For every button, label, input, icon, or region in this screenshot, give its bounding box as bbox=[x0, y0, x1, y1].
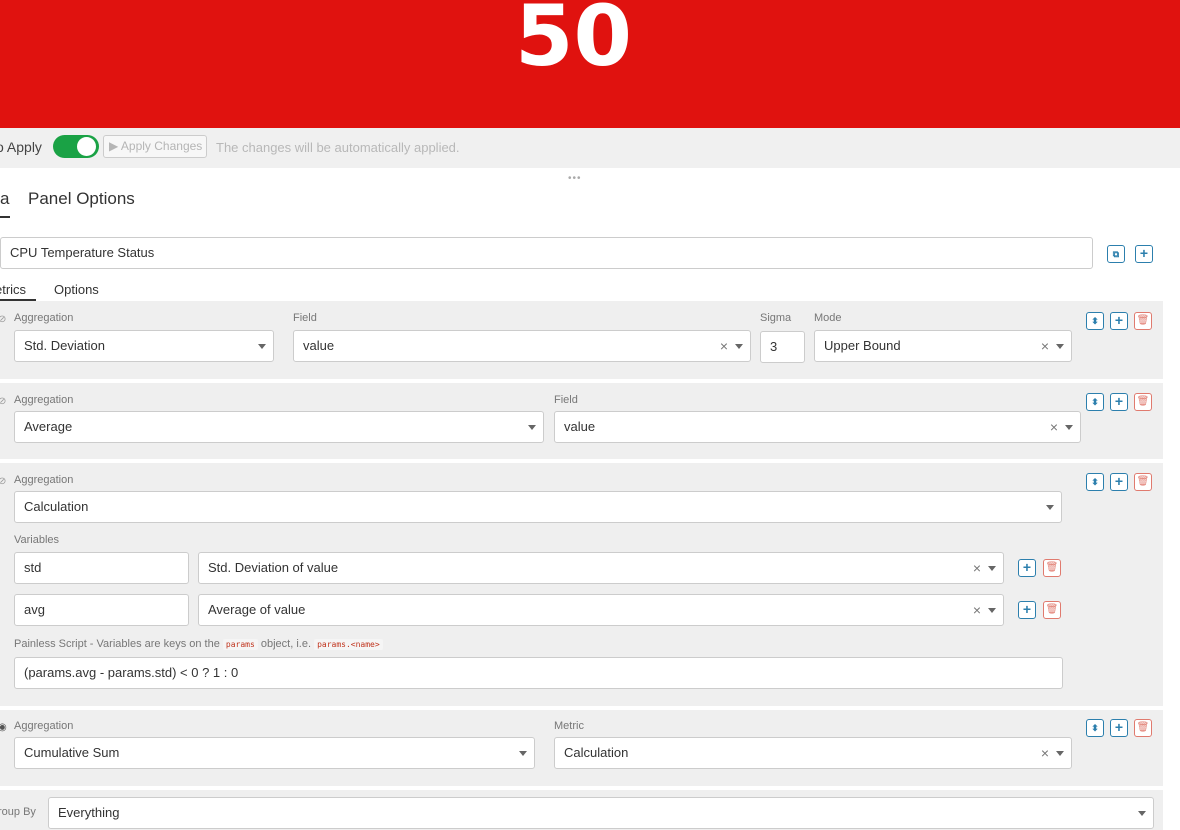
variables-label: Variables bbox=[14, 534, 60, 546]
chevron-down-icon bbox=[1056, 344, 1064, 349]
aggregation-select[interactable]: Calculation bbox=[14, 491, 1062, 523]
sort-icon[interactable]: ⬍ bbox=[1086, 719, 1104, 737]
group-by-value: Everything bbox=[58, 805, 120, 820]
painless-script-input[interactable]: (params.avg - params.std) < 0 ? 1 : 0 bbox=[14, 657, 1063, 689]
aggregation-value: Cumulative Sum bbox=[24, 745, 120, 760]
field-label: Field bbox=[554, 394, 578, 406]
add-metric-button[interactable]: + bbox=[1110, 473, 1128, 491]
aggregation-value: Std. Deviation bbox=[24, 338, 105, 353]
series-label-input[interactable]: CPU Temperature Status bbox=[0, 237, 1093, 269]
eye-icon[interactable]: ⊘ bbox=[0, 314, 6, 325]
mode-label: Mode bbox=[814, 312, 842, 324]
trash-icon[interactable]: 🗑 bbox=[1134, 312, 1152, 330]
active-tab-underline bbox=[0, 216, 10, 218]
metric-value: 50 bbox=[515, 0, 632, 85]
group-by-select[interactable]: Everything bbox=[48, 797, 1154, 829]
subtab-metrics[interactable]: etrics bbox=[0, 282, 26, 297]
chevron-down-icon bbox=[1138, 811, 1146, 816]
field-label: Field bbox=[293, 312, 317, 324]
trash-icon[interactable]: 🗑 bbox=[1043, 559, 1061, 577]
chevron-down-icon bbox=[528, 425, 536, 430]
add-metric-button[interactable]: + bbox=[1110, 719, 1128, 737]
subtab-options[interactable]: Options bbox=[54, 282, 99, 297]
script-hint-code-name: params.<name> bbox=[314, 639, 383, 650]
add-metric-button[interactable]: + bbox=[1110, 312, 1128, 330]
aggregation-label: Aggregation bbox=[14, 394, 74, 406]
trash-icon[interactable]: 🗑 bbox=[1134, 719, 1152, 737]
chevron-down-icon bbox=[988, 608, 996, 613]
toggle-knob bbox=[77, 137, 96, 156]
chevron-down-icon bbox=[735, 344, 743, 349]
variable-metric-value: Std. Deviation of value bbox=[208, 560, 339, 575]
script-hint: Painless Script - Variables are keys on … bbox=[14, 638, 383, 650]
variable-name-input[interactable]: std bbox=[14, 552, 189, 584]
add-variable-button[interactable]: + bbox=[1018, 559, 1036, 577]
field-select[interactable]: value × bbox=[554, 411, 1081, 443]
aggregation-value: Calculation bbox=[24, 499, 89, 514]
variable-name-input[interactable]: avg bbox=[14, 594, 189, 626]
metric-value: Calculation bbox=[564, 745, 629, 760]
aggregation-label: Aggregation bbox=[14, 720, 74, 732]
sigma-input[interactable]: 3 bbox=[760, 331, 805, 363]
metric-banner: 50 bbox=[0, 0, 1180, 128]
clear-icon[interactable]: × bbox=[720, 331, 728, 361]
add-series-button[interactable]: + bbox=[1135, 245, 1153, 263]
add-variable-button[interactable]: + bbox=[1018, 601, 1036, 619]
chevron-down-icon bbox=[988, 566, 996, 571]
tab-data[interactable]: a bbox=[0, 189, 9, 209]
field-select[interactable]: value × bbox=[293, 330, 751, 362]
clear-icon[interactable]: × bbox=[1041, 738, 1049, 768]
variable-metric-select[interactable]: Average of value × bbox=[198, 594, 1004, 626]
auto-apply-toggle[interactable] bbox=[53, 135, 99, 158]
script-hint-code-params: params bbox=[222, 639, 258, 650]
sort-icon[interactable]: ⬍ bbox=[1086, 312, 1104, 330]
field-value: value bbox=[564, 419, 596, 434]
mode-select[interactable]: Upper Bound × bbox=[814, 330, 1072, 362]
add-metric-button[interactable]: + bbox=[1110, 393, 1128, 411]
clear-icon[interactable]: × bbox=[1041, 331, 1049, 361]
eye-icon[interactable]: ◉ bbox=[0, 722, 7, 733]
trash-icon[interactable]: 🗑 bbox=[1134, 393, 1152, 411]
clone-icon[interactable]: ⧉ bbox=[1107, 245, 1125, 263]
chevron-down-icon bbox=[1065, 425, 1073, 430]
aggregation-select[interactable]: Cumulative Sum bbox=[14, 737, 535, 769]
clear-icon[interactable]: × bbox=[973, 553, 981, 583]
chevron-down-icon bbox=[1046, 505, 1054, 510]
clear-icon[interactable]: × bbox=[973, 595, 981, 625]
variable-metric-value: Average of value bbox=[208, 602, 306, 617]
aggregation-label: Aggregation bbox=[14, 312, 74, 324]
variable-metric-select[interactable]: Std. Deviation of value × bbox=[198, 552, 1004, 584]
script-hint-prefix: Painless Script - Variables are keys on … bbox=[14, 638, 220, 650]
aggregation-select[interactable]: Std. Deviation bbox=[14, 330, 274, 362]
eye-icon[interactable]: ⊘ bbox=[0, 396, 6, 407]
clear-icon[interactable]: × bbox=[1050, 412, 1058, 442]
apply-changes-button[interactable]: ▶ Apply Changes bbox=[103, 135, 207, 158]
sigma-label: Sigma bbox=[760, 312, 792, 324]
apply-note: The changes will be automatically applie… bbox=[216, 140, 460, 155]
metric-label: Metric bbox=[554, 720, 584, 732]
aggregation-select[interactable]: Average bbox=[14, 411, 544, 443]
aggregation-value: Average bbox=[24, 419, 73, 434]
trash-icon[interactable]: 🗑 bbox=[1043, 601, 1061, 619]
metric-select[interactable]: Calculation × bbox=[554, 737, 1072, 769]
chevron-down-icon bbox=[519, 751, 527, 756]
chevron-down-icon bbox=[258, 344, 266, 349]
trash-icon[interactable]: 🗑 bbox=[1134, 473, 1152, 491]
sort-icon[interactable]: ⬍ bbox=[1086, 393, 1104, 411]
mode-value: Upper Bound bbox=[824, 338, 901, 353]
aggregation-label: Aggregation bbox=[14, 474, 74, 486]
auto-apply-label: o Apply bbox=[0, 139, 42, 155]
resize-handle[interactable]: ••• bbox=[568, 173, 582, 184]
chevron-down-icon bbox=[1056, 751, 1064, 756]
field-value: value bbox=[303, 338, 335, 353]
script-hint-mid: object, i.e. bbox=[260, 638, 312, 650]
tab-panel-options[interactable]: Panel Options bbox=[28, 189, 135, 209]
sort-icon[interactable]: ⬍ bbox=[1086, 473, 1104, 491]
group-by-label: roup By bbox=[0, 806, 36, 818]
eye-icon[interactable]: ⊘ bbox=[0, 476, 6, 487]
